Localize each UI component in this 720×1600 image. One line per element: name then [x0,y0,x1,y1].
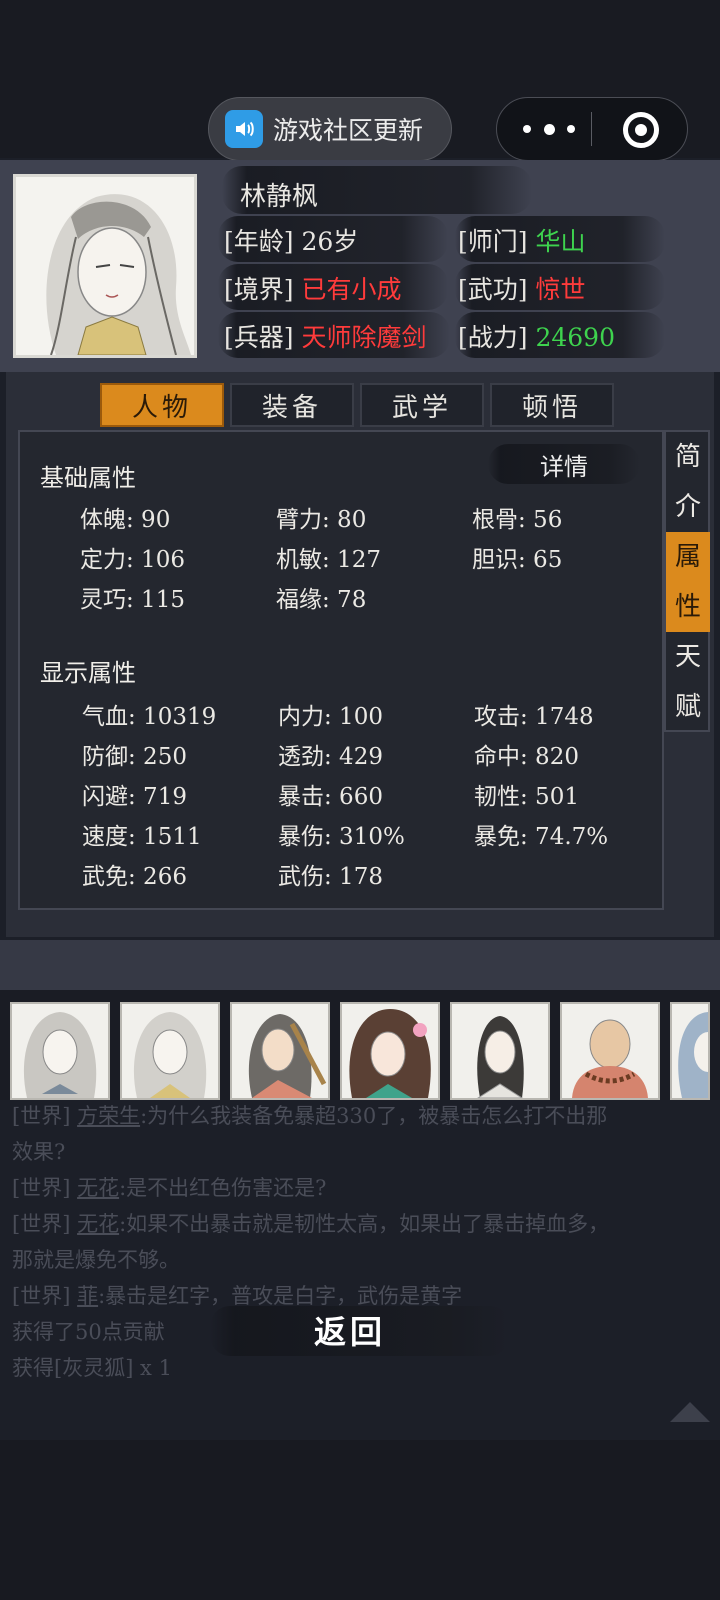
martial-label: [武功] [458,275,528,304]
chat-user[interactable]: 无花 [77,1212,119,1236]
tab-equipment[interactable]: 装备 [230,383,354,427]
side-tab-char: 性 [674,592,701,622]
martial-value: 惊世 [535,275,586,304]
capsule-divider [591,112,592,146]
attr-jimin: 机敏: 127 [276,547,381,573]
chat-line: [世界] 方荣生:为什么我装备免暴超330了，被暴击怎么打不出那 [12,1104,608,1128]
attr-bili: 臂力: 80 [276,507,367,533]
attr-martial-damage: 武伤: 178 [278,864,383,890]
realm-value: 已有小成 [301,275,402,304]
side-tab-char: 属 [674,542,701,572]
chat-line: 效果? [12,1140,66,1164]
chat-line: [世界] 无花:是不出红色伤害还是? [12,1176,327,1200]
attr-mp: 内力: 100 [278,704,383,730]
miniprogram-capsule [496,97,688,161]
roster-portrait[interactable] [450,1002,550,1100]
attr-tenacity: 韧性: 501 [474,784,579,810]
community-update-button[interactable]: 游戏社区更新 [208,97,452,161]
roster-portrait[interactable] [10,1002,110,1100]
power-row: [战力] 24690 [458,318,615,354]
side-tab-char: 天 [674,642,701,672]
bottom-area [0,1440,720,1600]
detail-button[interactable]: 详情 [488,444,640,484]
power-value: 24690 [535,323,615,352]
side-tab-char: 简 [674,442,701,472]
power-label: [战力] [458,323,528,352]
side-tab-char: 赋 [674,692,701,722]
scroll-up-icon[interactable] [670,1402,710,1422]
chat-user[interactable]: 方荣生 [77,1104,140,1128]
age-value: 26岁 [301,227,359,256]
attr-danshi: 胆识: 65 [472,547,563,573]
attr-speed: 速度: 1511 [82,824,202,850]
weapon-label: [兵器] [224,323,294,352]
attr-dodge: 闪避: 719 [82,784,187,810]
attr-hp: 气血: 10319 [82,704,217,730]
attr-crit-damage: 暴伤: 310% [278,824,405,850]
chat-user[interactable]: 无花 [77,1176,119,1200]
character-name: 林静枫 [240,182,319,212]
character-portrait [13,174,197,358]
chat-line: [世界] 无花:如果不出暴击就是韧性太高，如果出了暴击掉血多， [12,1212,610,1236]
realm-row: [境界] 已有小成 [224,270,401,306]
martial-row: [武功] 惊世 [458,270,585,306]
speaker-icon [225,110,263,148]
back-button[interactable]: 返回 [210,1300,490,1360]
sect-row: [师门] 华山 [458,222,585,258]
weapon-row: [兵器] 天师除魔剑 [224,318,426,354]
chat-user[interactable]: 菲 [77,1284,98,1308]
attr-lingqiao: 灵巧: 115 [80,587,185,613]
close-target-icon[interactable] [623,112,659,148]
more-menu-icon[interactable] [523,98,575,160]
attr-tipo: 体魄: 90 [80,507,171,533]
roster-portrait[interactable] [670,1002,710,1100]
realm-label: [境界] [224,275,294,304]
attr-hit: 命中: 820 [474,744,579,770]
side-tab-intro[interactable]: 简 介 [666,432,710,532]
age-label: [年龄] [224,227,294,256]
side-tab-attributes[interactable]: 属 性 [666,532,710,632]
sect-label: [师门] [458,227,528,256]
sect-value: 华山 [535,227,586,256]
roster-portrait[interactable] [340,1002,440,1100]
attr-defense: 防御: 250 [82,744,187,770]
chat-line: 那就是爆免不够。 [12,1248,180,1272]
weapon-value: 天师除魔剑 [301,323,427,352]
tab-martial-arts[interactable]: 武学 [360,383,484,427]
age-row: [年龄] 26岁 [224,222,358,258]
attr-crit-resist: 暴免: 74.7% [474,824,609,850]
attr-fuyuan: 福缘: 78 [276,587,367,613]
panel-footer [0,940,720,990]
notice-label: 游戏社区更新 [273,116,424,145]
basic-attributes-title: 基础属性 [40,464,136,492]
roster-portrait[interactable] [560,1002,660,1100]
side-tab-char: 介 [674,492,701,522]
attr-attack: 攻击: 1748 [474,704,594,730]
roster-portrait[interactable] [230,1002,330,1100]
attr-penetration: 透劲: 429 [278,744,383,770]
tab-character[interactable]: 人物 [100,383,224,427]
attr-martial-resist: 武免: 266 [82,864,187,890]
side-tab-talent[interactable]: 天 赋 [666,632,710,732]
detail-label: 详情 [540,452,588,481]
attr-dingli: 定力: 106 [80,547,185,573]
roster-portrait[interactable] [120,1002,220,1100]
display-attributes-title: 显示属性 [40,659,136,687]
tab-enlightenment[interactable]: 顿悟 [490,383,614,427]
back-label: 返回 [313,1313,386,1351]
attr-crit: 暴击: 660 [278,784,383,810]
attr-gengu: 根骨: 56 [472,507,563,533]
